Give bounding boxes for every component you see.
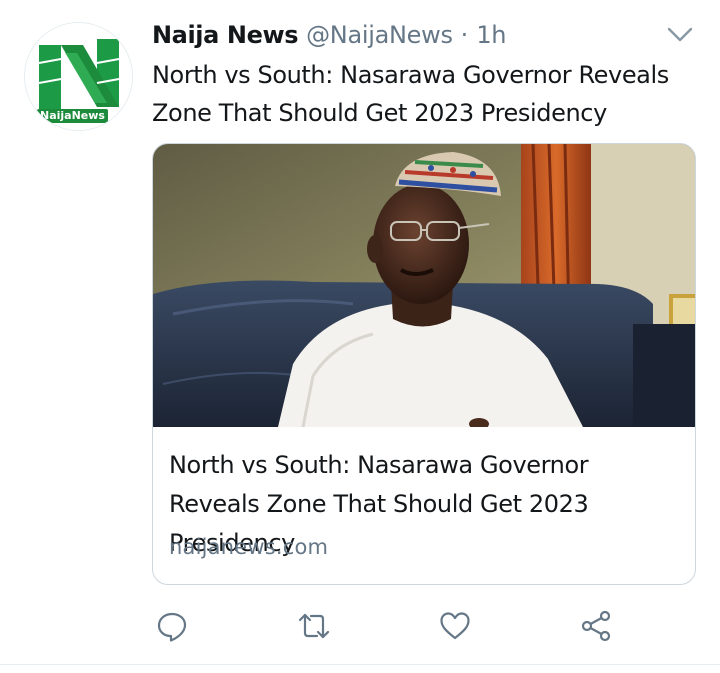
tweet-text: North vs South: Nasarawa Governor Reveal… xyxy=(152,61,669,127)
share-button[interactable] xyxy=(576,606,616,646)
tweet-timestamp[interactable]: 1h xyxy=(476,21,506,49)
like-icon xyxy=(440,612,470,640)
tweet-header: Naija News @NaijaNews · 1h xyxy=(152,18,507,52)
tweet[interactable]: NaijaNews Naija News @NaijaNews · 1h Nor… xyxy=(0,0,720,673)
author-display-name[interactable]: Naija News xyxy=(152,21,299,49)
retweet-icon xyxy=(298,613,330,639)
tweet-divider xyxy=(0,664,720,665)
share-icon xyxy=(581,610,611,642)
avatar[interactable]: NaijaNews xyxy=(24,22,133,131)
chevron-down-icon xyxy=(667,27,693,42)
card-photo xyxy=(153,144,695,427)
tweet-action-bar xyxy=(152,606,622,646)
tweet-menu-button[interactable] xyxy=(666,22,694,46)
card-image[interactable] xyxy=(153,144,695,427)
retweet-button[interactable] xyxy=(294,606,334,646)
reply-button[interactable] xyxy=(152,606,192,646)
card-domain: naijanews.com xyxy=(169,535,329,559)
reply-icon xyxy=(157,612,187,642)
header-separator: · xyxy=(460,21,469,49)
avatar-logo-text: NaijaNews xyxy=(37,109,108,123)
link-card[interactable]: North vs South: Nasarawa Governor Reveal… xyxy=(152,143,696,585)
like-button[interactable] xyxy=(435,606,475,646)
author-handle[interactable]: @NaijaNews xyxy=(306,21,453,49)
